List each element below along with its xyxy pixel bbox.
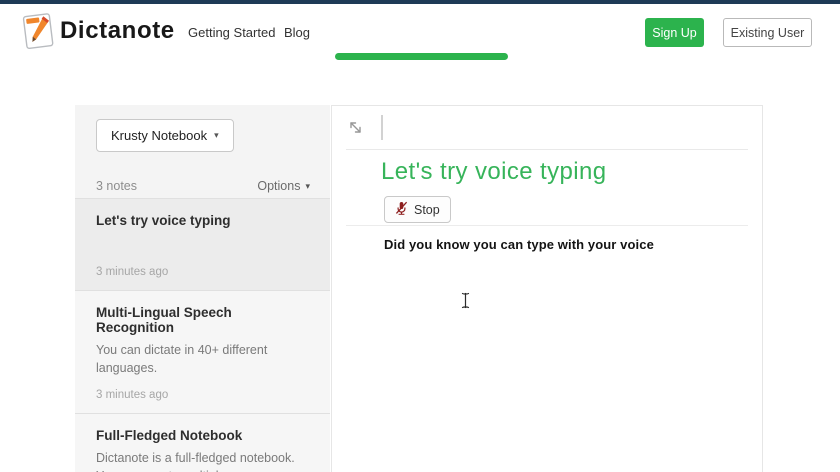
note-list-item[interactable]: Let's try voice typing 3 minutes ago <box>75 198 330 290</box>
note-header-divider <box>346 225 748 226</box>
stop-button-label: Stop <box>414 202 440 217</box>
note-list-item[interactable]: Multi-Lingual Speech Recognition You can… <box>75 290 330 414</box>
note-item-timestamp: 3 minutes ago <box>96 389 169 402</box>
note-item-title: Multi-Lingual Speech Recognition <box>96 305 232 335</box>
editor-toolbar <box>332 106 762 149</box>
notes-count: 3 notes <box>96 179 138 193</box>
note-item-spacer <box>96 228 312 266</box>
notebook-selector-dropdown[interactable]: Krusty Notebook ▾ <box>96 119 234 152</box>
note-item-snippet: You can dictate in 40+ different languag… <box>96 343 268 376</box>
expand-fullscreen-icon[interactable] <box>343 116 367 140</box>
note-body-text[interactable]: Did you know you can type with your voic… <box>384 237 654 252</box>
brand-name[interactable]: Dictanote <box>60 17 175 45</box>
chevron-down-icon: ▾ <box>214 130 219 140</box>
sign-up-button[interactable]: Sign Up <box>645 18 704 47</box>
note-item-title: Let's try voice typing <box>96 213 231 228</box>
nav-getting-started[interactable]: Getting Started <box>188 25 275 40</box>
toolbar-divider <box>346 149 748 150</box>
note-editor-panel: Let's try voice typing Stop Did you know… <box>331 105 763 472</box>
note-item-timestamp: 3 minutes ago <box>96 266 169 278</box>
sidebar-meta-row: 3 notes Options ▾ <box>75 175 330 197</box>
note-title-heading: Let's try voice typing <box>381 158 607 185</box>
nav-blog[interactable]: Blog <box>284 25 310 40</box>
microphone-muted-icon <box>395 201 408 218</box>
notebook-selector-label: Krusty Notebook <box>111 128 208 143</box>
text-cursor-ibeam <box>461 292 470 314</box>
site-header: Dictanote Getting Started Blog Sign Up E… <box>0 4 840 58</box>
dictanote-logo-icon <box>20 9 58 51</box>
stop-dictation-button[interactable]: Stop <box>384 196 451 223</box>
note-list-item[interactable]: Full-Fledged Notebook Dictanote is a ful… <box>75 413 330 472</box>
note-item-snippet: Dictanote is a full-fledged notebook. Yo… <box>96 451 295 472</box>
note-item-title: Full-Fledged Notebook <box>96 428 243 444</box>
existing-user-button[interactable]: Existing User <box>723 18 812 47</box>
chevron-down-icon: ▾ <box>305 180 310 191</box>
options-dropdown[interactable]: Options ▾ <box>257 179 310 193</box>
notes-sidebar: Krusty Notebook ▾ 3 notes Options ▾ Let'… <box>75 105 330 472</box>
note-list: Let's try voice typing 3 minutes ago Mul… <box>75 198 330 472</box>
onboarding-progress-bar <box>335 53 508 60</box>
app-window: Dictanote Getting Started Blog Sign Up E… <box>0 0 840 472</box>
options-label: Options <box>257 179 301 193</box>
toolbar-separator <box>381 115 383 140</box>
